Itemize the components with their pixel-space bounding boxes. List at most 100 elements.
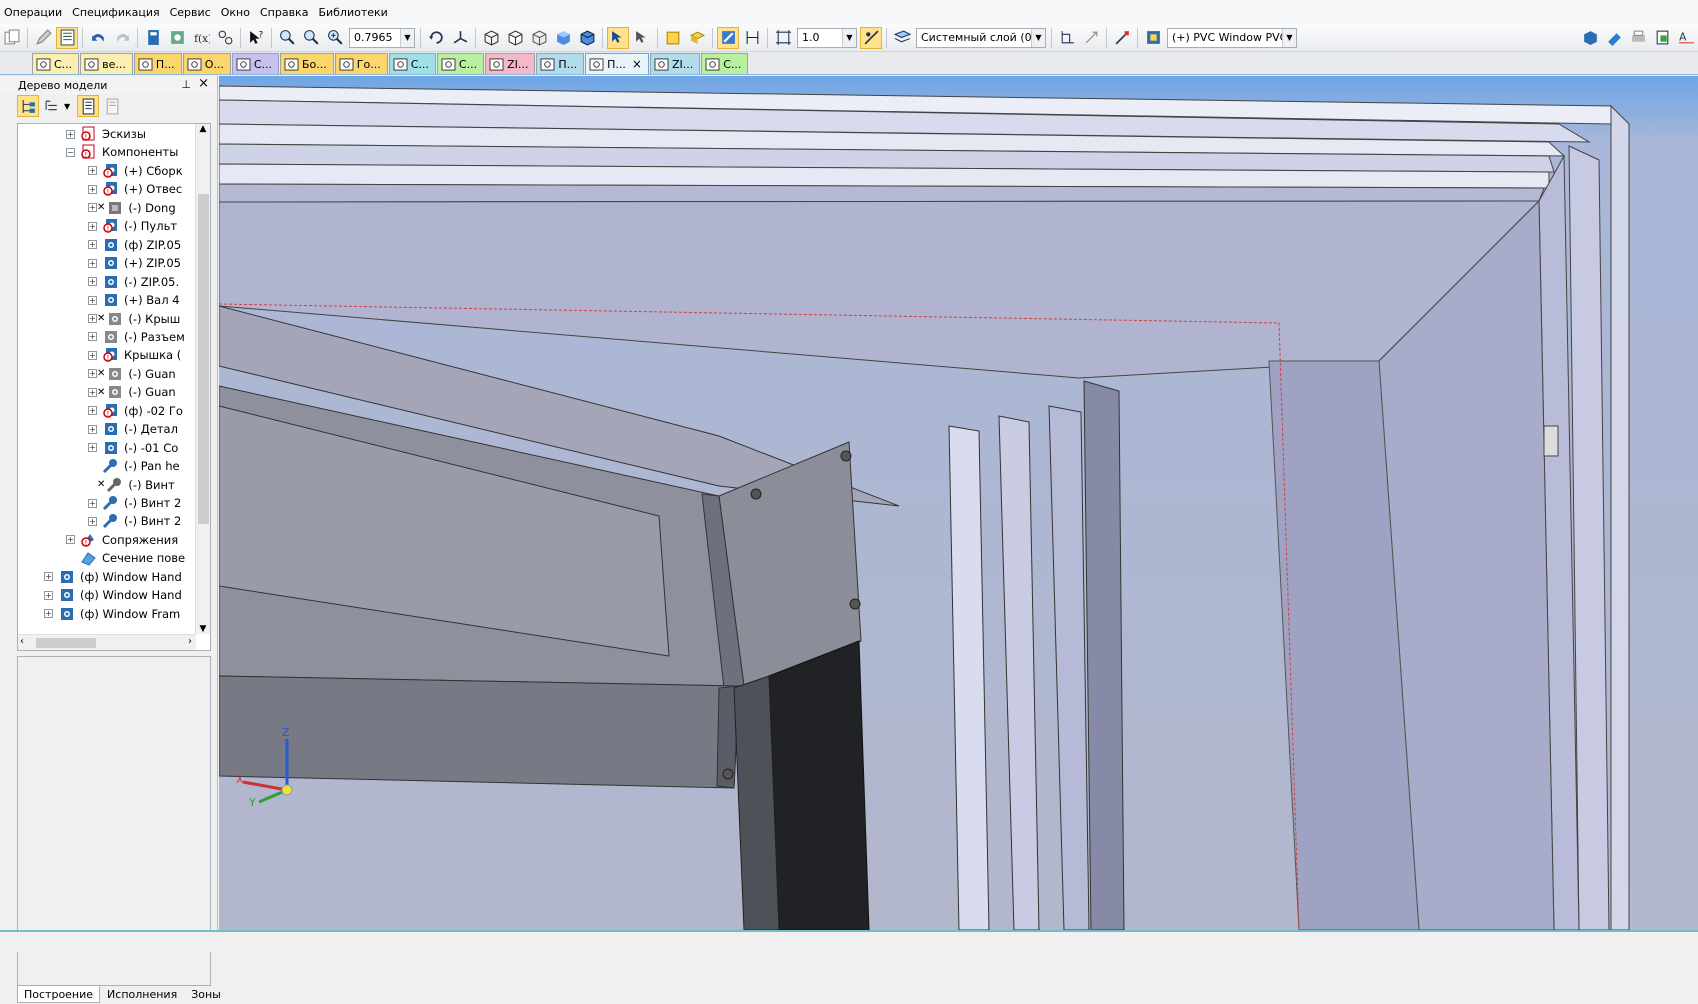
scroll-thumb[interactable]	[36, 638, 96, 648]
expand-icon[interactable]: +	[88, 314, 97, 323]
layer-combo[interactable]: Системный слой (0) ▼	[916, 27, 1046, 48]
expand-icon[interactable]: +	[44, 609, 53, 619]
snap-button[interactable]	[631, 27, 653, 49]
local-cs-button[interactable]	[1080, 27, 1102, 49]
export-button[interactable]	[1651, 27, 1673, 49]
scroll-right-icon[interactable]: ›	[188, 636, 192, 647]
component-combo[interactable]: (+) PVC Window PVC ▼	[1167, 27, 1297, 48]
menu-window[interactable]: Окно	[219, 6, 258, 19]
expand-icon[interactable]: +	[88, 424, 97, 434]
3d-viewport[interactable]: Z X Y	[219, 76, 1698, 930]
doc-tab[interactable]: ZI...	[649, 53, 701, 74]
expand-icon[interactable]: +	[88, 498, 97, 508]
expand-icon[interactable]: +	[88, 369, 97, 379]
tree-node[interactable]: +! (+) Сборк	[88, 161, 183, 181]
wireframe-button[interactable]	[480, 27, 502, 49]
tree-node[interactable]: +! (+) Отвес	[88, 179, 182, 199]
model-view[interactable]: Z X Y	[219, 76, 1698, 930]
tree-node[interactable]: + (ф) ZIP.05	[88, 235, 181, 255]
doc-tab[interactable]: Го...	[334, 53, 388, 74]
scroll-down-icon[interactable]: ▼	[196, 624, 210, 634]
close-icon[interactable]: ×	[632, 57, 642, 71]
tree-node[interactable]: + (ф) Window Hand	[44, 585, 182, 605]
measure-button[interactable]	[717, 26, 739, 49]
tree-node[interactable]: +! (-) Пульт	[88, 216, 177, 236]
tree-node[interactable]: + (+) Вал 4	[88, 290, 180, 310]
redo-button[interactable]	[111, 27, 133, 49]
copy-doc-button[interactable]	[1, 27, 23, 49]
chevron-down-icon[interactable]: ▼	[1282, 28, 1296, 47]
tree-horizontal-scrollbar[interactable]: ‹ ›	[18, 634, 196, 650]
expand-icon[interactable]: +	[88, 350, 97, 360]
expand-icon[interactable]: +	[88, 387, 97, 397]
tree-node[interactable]: +! (ф) -02 Го	[88, 401, 183, 421]
view-orient-button[interactable]	[1579, 27, 1601, 49]
current-component-button[interactable]	[1142, 27, 1164, 49]
tree-structure-button[interactable]	[17, 95, 39, 117]
expand-icon[interactable]: +	[88, 166, 97, 176]
tree-node[interactable]: (-) Pan he	[88, 456, 180, 476]
tree-node[interactable]: + ✕ (-) Guan	[88, 382, 176, 402]
variables-button[interactable]	[166, 27, 188, 49]
tree-view-mode-button[interactable]	[41, 95, 63, 117]
library-button[interactable]	[662, 27, 684, 49]
tree-node[interactable]: + (-) Винт 2	[88, 493, 181, 513]
tree-node[interactable]: + (ф) Window Hand	[44, 567, 182, 587]
doc-tab[interactable]: С...	[436, 53, 485, 74]
tab-zones[interactable]: Зоны	[184, 986, 228, 1003]
collapse-icon[interactable]: −	[66, 147, 75, 157]
layers-button[interactable]	[891, 27, 913, 49]
expand-icon[interactable]: +	[88, 240, 97, 250]
expand-icon[interactable]: +	[66, 129, 75, 139]
tree-node[interactable]: + (-) ZIP.05.	[88, 272, 179, 292]
properties-button[interactable]	[32, 27, 54, 49]
scroll-up-icon[interactable]: ▲	[196, 124, 210, 134]
help-button[interactable]: ?	[245, 27, 267, 49]
grid-step-button[interactable]	[772, 27, 794, 49]
expand-icon[interactable]: +	[88, 258, 97, 268]
manager-button[interactable]	[142, 27, 164, 49]
orientation-button[interactable]	[449, 27, 471, 49]
doc-tab[interactable]: Бо...	[280, 53, 334, 74]
coordinate-system-button[interactable]	[1056, 27, 1078, 49]
expand-icon[interactable]: +	[88, 443, 97, 453]
tree-node[interactable]: + (-) Винт 2	[88, 511, 181, 531]
menu-help[interactable]: Справка	[258, 6, 316, 19]
tree-node[interactable]: + ✕ (-) Dong	[88, 198, 176, 218]
tree-node[interactable]: + (+) ZIP.05	[88, 253, 181, 273]
doc-tab[interactable]: П...	[133, 53, 182, 74]
expand-icon[interactable]: +	[66, 535, 75, 545]
doc-tab[interactable]: ве...	[80, 53, 133, 74]
chevron-down-icon[interactable]: ▼	[400, 28, 414, 47]
insert-component-button[interactable]	[686, 27, 708, 49]
zoom-combo[interactable]: 0.7965 ▼	[349, 27, 415, 48]
expand-icon[interactable]: +	[44, 572, 53, 582]
rotate-button[interactable]	[425, 27, 447, 49]
scroll-thumb[interactable]	[198, 194, 209, 524]
menu-libraries[interactable]: Библиотеки	[316, 6, 395, 19]
doc-tab[interactable]: С...	[231, 53, 280, 74]
chevron-down-icon[interactable]: ▼	[64, 102, 70, 111]
hidden-lines-button[interactable]	[504, 27, 526, 49]
pin-icon[interactable]: ⊥	[181, 78, 191, 91]
tree-toggle-button[interactable]	[56, 26, 78, 49]
print-button[interactable]	[1627, 27, 1649, 49]
expand-icon[interactable]: +	[88, 516, 97, 526]
doc-tab[interactable]: ZI...	[485, 53, 536, 74]
chevron-down-icon[interactable]: ▼	[1031, 28, 1045, 47]
zoom-window-button[interactable]	[276, 27, 298, 49]
shaded-edges-button[interactable]	[576, 27, 598, 49]
expand-icon[interactable]: +	[88, 277, 97, 287]
calc-button[interactable]	[214, 27, 236, 49]
scroll-left-icon[interactable]: ‹	[20, 636, 24, 647]
tab-build[interactable]: Построение	[17, 986, 101, 1003]
expand-icon[interactable]: +	[88, 406, 97, 416]
zoom-fit-button[interactable]	[300, 27, 322, 49]
doc-tab[interactable]: П...	[536, 53, 585, 74]
tree-node[interactable]: +! Крышка (	[88, 345, 181, 365]
tree-settings-button[interactable]	[101, 95, 123, 117]
tree-node[interactable]: Сечение пове	[66, 548, 185, 568]
zoom-in-button[interactable]	[324, 27, 346, 49]
tree-node[interactable]: + ✕ (-) Guan	[88, 364, 176, 384]
expand-icon[interactable]: +	[88, 203, 97, 213]
